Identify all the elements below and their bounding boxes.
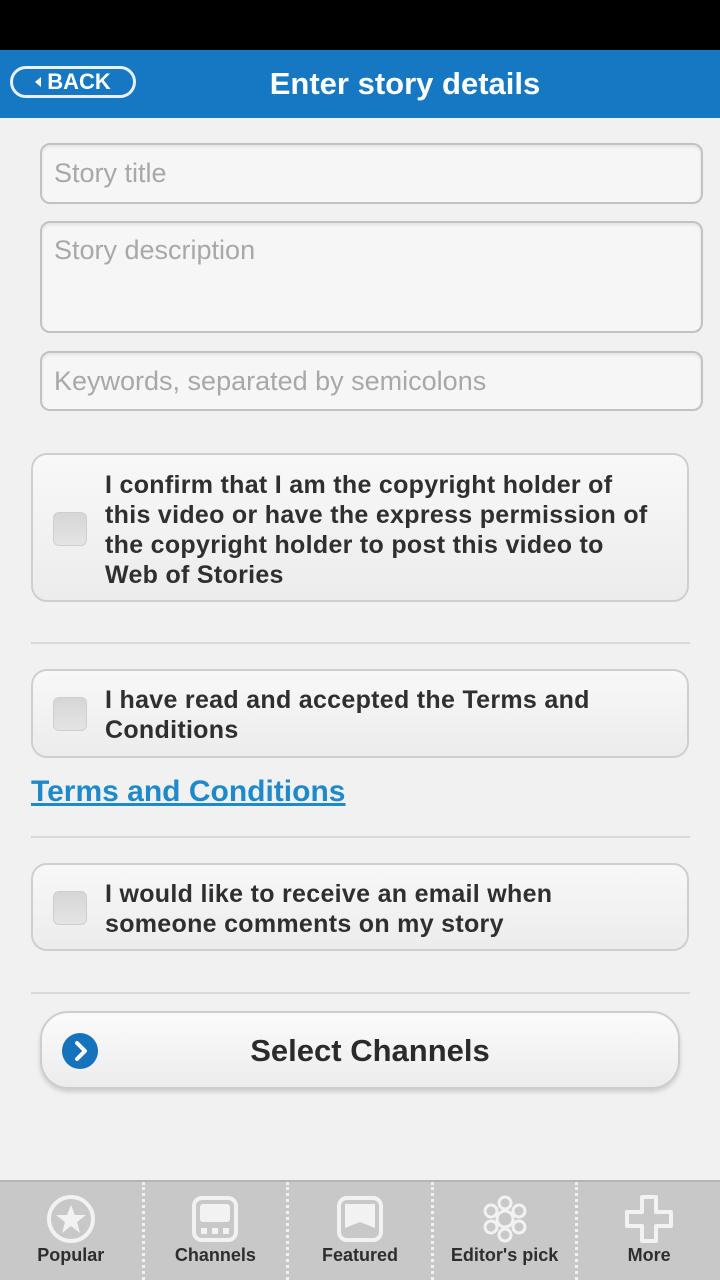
keywords-field[interactable] — [40, 351, 703, 411]
back-button-label: BACK — [47, 69, 111, 94]
terms-accept-option[interactable]: I have read and accepted the Terms and C… — [31, 669, 689, 758]
star-icon — [46, 1195, 95, 1243]
terms-checkbox[interactable] — [53, 697, 87, 731]
tab-featured-label: Featured — [321, 1245, 398, 1265]
divider — [31, 992, 690, 994]
tab-featured[interactable]: Featured — [289, 1182, 434, 1280]
email-checkbox-label: I would like to receive an email when so… — [105, 880, 553, 938]
email-notify-option[interactable]: I would like to receive an email when so… — [31, 863, 689, 951]
select-channels-button[interactable]: Select Channels — [40, 1011, 680, 1089]
divider — [31, 836, 690, 838]
tab-popular-label: Popular — [37, 1245, 105, 1265]
copyright-confirm-option[interactable]: I confirm that I am the copyright holder… — [31, 453, 689, 602]
tab-channels[interactable]: Channels — [145, 1182, 290, 1280]
terms-checkbox-label: I have read and accepted the Terms and C… — [105, 686, 590, 744]
story-title-field[interactable] — [40, 143, 703, 204]
story-description-field[interactable] — [40, 221, 703, 333]
terms-and-conditions-link[interactable]: Terms and Conditions — [31, 775, 345, 809]
status-bar — [0, 0, 720, 50]
back-button[interactable]: BACK — [10, 66, 136, 98]
featured-icon — [336, 1196, 383, 1242]
tab-editors-pick[interactable]: Editor's pick — [434, 1182, 579, 1280]
email-checkbox[interactable] — [53, 891, 87, 925]
copyright-checkbox[interactable] — [53, 512, 87, 546]
page-title: Enter story details — [269, 66, 541, 101]
back-arrow-icon — [35, 77, 42, 87]
keywords-input[interactable] — [42, 353, 701, 409]
header-bar: BACK Enter story details — [0, 50, 720, 118]
story-title-input[interactable] — [42, 145, 701, 202]
tab-editors-pick-label: Editor's pick — [450, 1245, 559, 1265]
divider — [31, 642, 690, 644]
tab-channels-label: Channels — [174, 1245, 256, 1265]
copyright-checkbox-label: I confirm that I am the copyright holder… — [105, 471, 648, 589]
editors-pick-icon — [483, 1195, 527, 1243]
plus-icon — [625, 1195, 674, 1243]
tab-popular[interactable]: Popular — [0, 1182, 145, 1280]
tab-more[interactable]: More — [578, 1182, 720, 1280]
channels-icon — [192, 1196, 239, 1242]
select-channels-label: Select Channels — [250, 1033, 490, 1068]
bottom-tab-bar: Popular Channels Featured Editor's pick — [0, 1180, 720, 1280]
story-description-input[interactable] — [42, 223, 701, 331]
tab-more-label: More — [627, 1245, 671, 1265]
